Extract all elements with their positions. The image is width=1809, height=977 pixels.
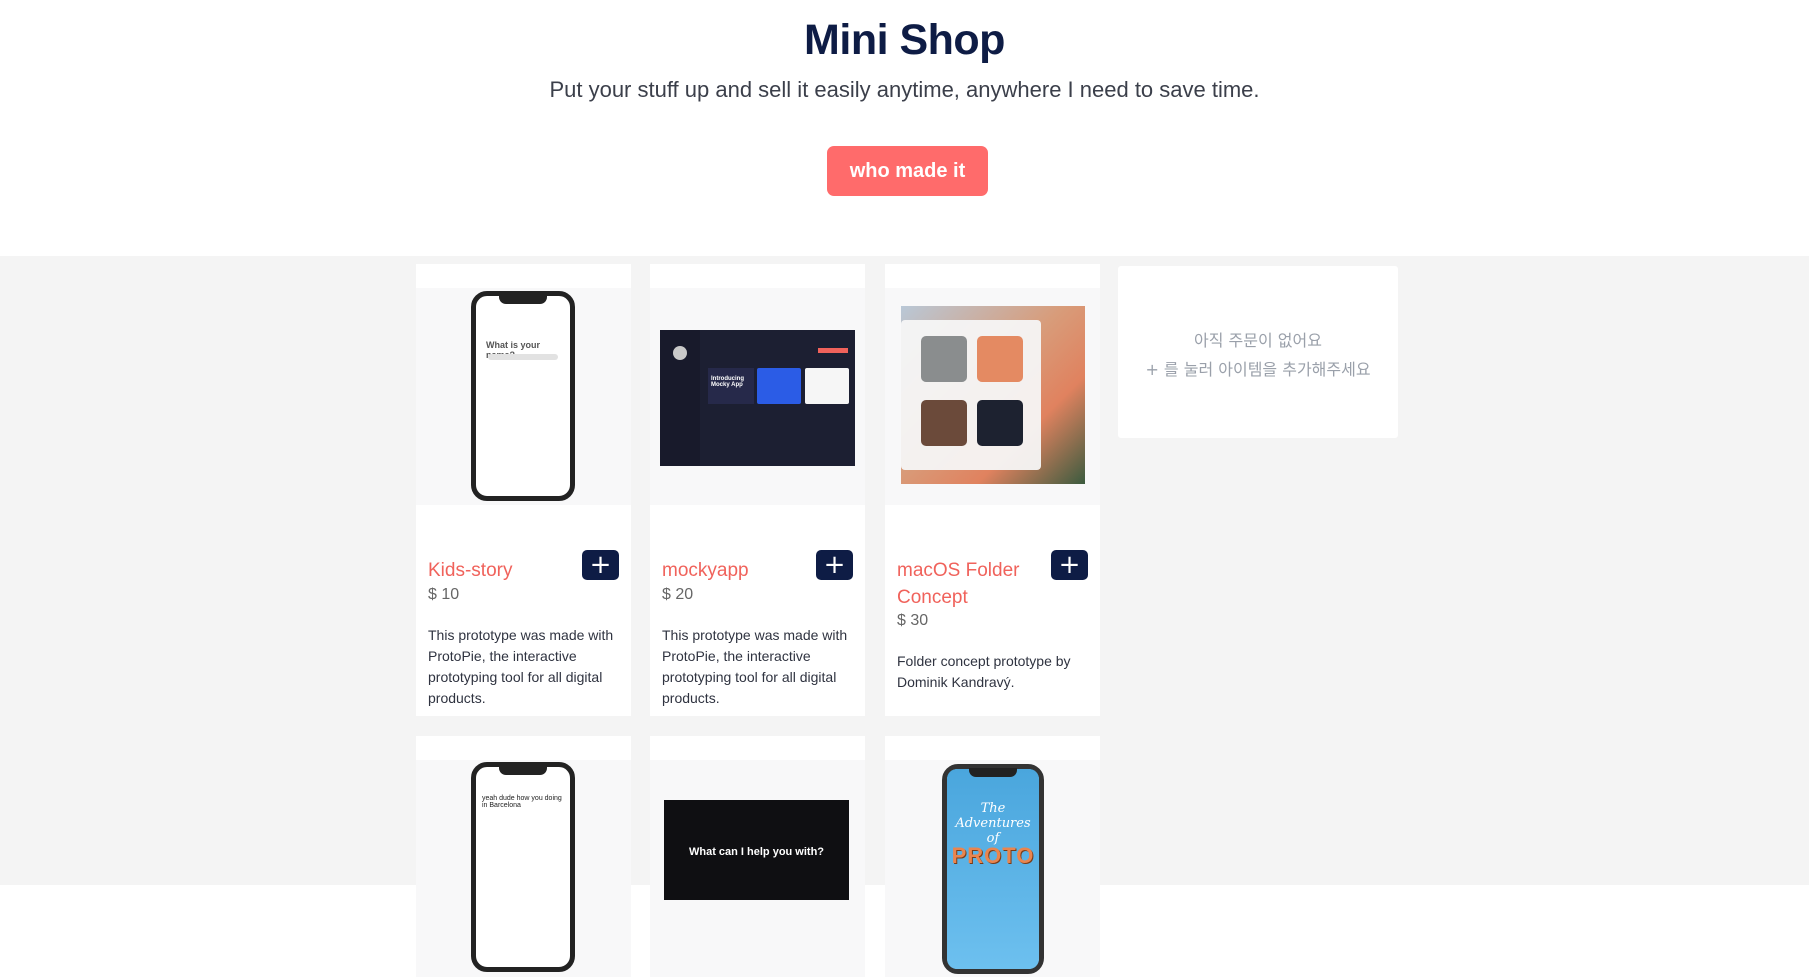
phone-mockup-icon: What is your name? [471, 291, 575, 501]
avatar [673, 346, 687, 360]
product-thumbnail: The Adventures of PROTO [885, 760, 1100, 977]
product-price: $ 30 [897, 612, 929, 629]
thumb-text: Introducing Mocky App [711, 376, 744, 388]
product-description: Folder concept prototype by Dominik Kand… [897, 653, 1071, 690]
who-made-it-button[interactable]: who made it [827, 146, 988, 196]
product-thumbnail [885, 288, 1100, 505]
product-price: $ 10 [428, 586, 460, 603]
macos-preview [901, 306, 1085, 484]
plus-icon: + [1058, 550, 1081, 580]
product-card-kids-story: What is your name? Kids-story $ 10 This … [416, 264, 631, 716]
product-thumbnail: What is your name? [416, 288, 631, 505]
thumb-script: The Adventures of [955, 801, 1031, 846]
thumb-text: yeah dude how you doing in Barcelona [482, 795, 562, 809]
cart-empty-line2: + 를 눌러 아이템을 추가해주세요 [1145, 360, 1371, 379]
phone-mockup-icon: yeah dude how you doing in Barcelona [471, 762, 575, 972]
shop-main: What is your name? Kids-story $ 10 This … [0, 256, 1809, 977]
product-title: mockyapp [662, 560, 749, 581]
add-to-cart-button[interactable]: + [582, 550, 619, 580]
product-thumbnail: yeah dude how you doing in Barcelona [416, 760, 631, 977]
product-card: yeah dude how you doing in Barcelona [416, 736, 631, 977]
hero-header: Mini Shop Put your stuff up and sell it … [0, 0, 1809, 256]
product-card-mockyapp: Introducing Mocky App mockyapp $ 20 This… [650, 264, 865, 716]
thumb-text: PROTO [951, 843, 1035, 868]
product-description: This prototype was made with ProtoPie, t… [662, 627, 848, 706]
cart-empty-panel: 아직 주문이 없어요 + 를 눌러 아이템을 추가해주세요 [1118, 266, 1398, 438]
product-title: Kids-story [428, 560, 513, 581]
product-card: What can I help you with? [650, 736, 865, 977]
plus-icon: + [823, 550, 846, 580]
page-subtitle: Put your stuff up and sell it easily any… [549, 77, 1260, 102]
product-price: $ 20 [662, 586, 694, 603]
product-thumbnail: Introducing Mocky App [650, 288, 865, 505]
product-card: The Adventures of PROTO [885, 736, 1100, 977]
thumb-text: What can I help you with? [688, 846, 825, 858]
product-card-macos-folder: macOS Folder Concept $ 30 Folder concept… [885, 264, 1100, 716]
add-to-cart-button[interactable]: + [816, 550, 853, 580]
plus-icon: + [589, 550, 612, 580]
add-to-cart-button[interactable]: + [1051, 550, 1088, 580]
page-title: Mini Shop [804, 16, 1005, 64]
product-title: macOS Folder Concept [897, 560, 1020, 608]
assistant-preview: What can I help you with? [664, 800, 849, 900]
dashboard-preview: Introducing Mocky App [660, 330, 855, 466]
cart-empty-line1: 아직 주문이 없어요 [1194, 331, 1322, 350]
product-description: This prototype was made with ProtoPie, t… [428, 627, 614, 706]
phone-mockup-icon: The Adventures of PROTO [942, 764, 1044, 974]
product-thumbnail: What can I help you with? [650, 760, 865, 977]
